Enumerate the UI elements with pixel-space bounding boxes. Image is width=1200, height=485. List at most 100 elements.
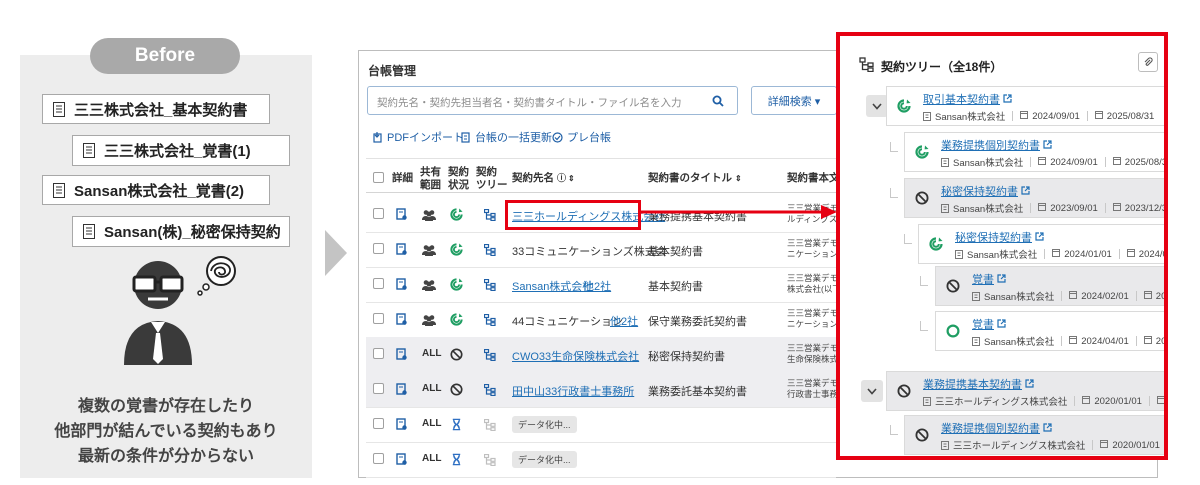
contract-tree-icon[interactable] <box>483 348 496 366</box>
tree-node-date: 2025/08/31 <box>1124 156 1168 168</box>
header-tree-line: ツリー <box>476 179 508 191</box>
people-icon <box>422 278 436 296</box>
bulk-update-link[interactable]: 台帳の一括更新 <box>461 129 552 145</box>
tree-node-title-text: 秘密保持契約書 <box>955 232 1032 244</box>
tree-node-date: 2025/08/31 <box>1106 110 1155 122</box>
table-divider <box>366 158 836 159</box>
tree-node-title[interactable]: 秘密保持契約書 <box>941 183 1030 199</box>
detail-icon[interactable] <box>396 278 408 296</box>
row-checkbox[interactable] <box>373 208 384 219</box>
search-input[interactable]: 契約先名・契約先担当者名・契約書タイトル・ファイル名を入力 <box>367 86 738 115</box>
expand-chevron-icon[interactable] <box>861 380 883 402</box>
external-link-icon[interactable] <box>997 319 1006 331</box>
tree-node[interactable]: 業務提携個別契約書 Sansan株式会社 2024/09/01 2025/08/31 <box>904 132 1168 172</box>
document-icon <box>83 143 95 158</box>
detail-search-button[interactable]: 詳細検索 ▾ <box>751 86 837 115</box>
tree-node-date: 2024/02/01 <box>1081 290 1129 302</box>
row-checkbox[interactable] <box>373 278 384 289</box>
tree-icon <box>859 57 874 72</box>
red-arrow-icon <box>641 205 837 219</box>
external-link-icon[interactable] <box>1035 232 1044 244</box>
other-partners-link[interactable]: 他2社 <box>610 313 638 329</box>
share-scope: ALL <box>422 348 442 359</box>
calendar-icon <box>1038 156 1050 168</box>
header-name[interactable]: 契約先名 ⓘ ⇕ <box>512 172 575 185</box>
contract-tree-icon[interactable] <box>483 453 496 471</box>
doc-label: 三三株式会社_覚書(1) <box>104 143 251 160</box>
calendar-icon <box>1126 248 1139 260</box>
partner-name[interactable]: Sansan株式会社 <box>512 278 593 294</box>
header-title[interactable]: 契約書のタイトル ⇕ <box>648 172 742 185</box>
search-icon[interactable] <box>712 95 724 107</box>
row-checkbox[interactable] <box>373 348 384 359</box>
tree-connector <box>904 234 912 244</box>
tree-node-title[interactable]: 覚書 <box>972 271 1006 287</box>
tree-node[interactable]: 覚書 Sansan株式会社 2024/02/01 2024/ <box>935 266 1164 306</box>
external-link-icon[interactable] <box>1025 379 1034 391</box>
tree-node-date: 2024/09/01 <box>1032 110 1080 122</box>
header-title-label: 契約書のタイトル <box>648 172 732 184</box>
contract-tree-icon[interactable] <box>483 383 496 401</box>
external-link-icon[interactable] <box>997 274 1006 286</box>
tree-node-title[interactable]: 業務提携個別契約書 <box>941 137 1052 153</box>
external-link-icon[interactable] <box>1003 94 1012 106</box>
doc-item: 三三株式会社_覚書(1) <box>72 135 290 166</box>
contract-tree-icon[interactable] <box>483 278 496 296</box>
contract-tree-icon[interactable] <box>483 208 496 226</box>
row-divider <box>366 407 836 408</box>
partner-name[interactable]: CWO33生命保険株式会社 <box>512 348 639 364</box>
external-link-icon[interactable] <box>1043 423 1052 435</box>
other-partners-link[interactable]: 他2社 <box>583 278 611 294</box>
pdf-import-label: PDFインポート <box>387 132 464 144</box>
tree-node-title[interactable]: 業務提携個別契約書 <box>941 420 1052 436</box>
tree-node[interactable]: 業務提携個別契約書三三ホールディングス株式会社2020/01/012 <box>904 415 1164 455</box>
tree-node[interactable]: 覚書 Sansan株式会社 2024/04/01 202 <box>935 311 1164 351</box>
tree-node-date: 2024/01/01 <box>1064 248 1112 260</box>
info-icon: ⓘ <box>557 173 567 183</box>
building-icon <box>941 440 949 450</box>
tree-node[interactable]: 取引基本契約書 Sansan株式会社 2024/09/01 2025/08/31 <box>886 86 1164 126</box>
detail-icon[interactable] <box>396 418 408 436</box>
meta-divider <box>1092 440 1094 450</box>
contract-active-icon <box>915 145 929 164</box>
confused-person-icon <box>124 256 236 365</box>
tree-node[interactable]: 秘密保持契約書 Sansan株式会社 2024/01/01 2024/08/3 <box>918 224 1164 264</box>
meta-divider <box>1030 157 1032 167</box>
contract-tree-icon[interactable] <box>483 243 496 261</box>
row-checkbox[interactable] <box>373 383 384 394</box>
expand-chevron-icon[interactable] <box>866 95 888 117</box>
calendar-icon <box>1082 395 1094 407</box>
contract-tree-icon[interactable] <box>483 313 496 331</box>
tree-node-title[interactable]: 秘密保持契約書 <box>955 229 1044 245</box>
detail-icon[interactable] <box>396 243 408 261</box>
row-checkbox[interactable] <box>373 243 384 254</box>
detail-icon[interactable] <box>396 383 408 401</box>
detail-icon[interactable] <box>396 208 408 226</box>
contract-title: 基本契約書 <box>648 281 703 293</box>
tree-node-date: 2024/04/01 <box>1081 335 1129 347</box>
contract-tree-icon[interactable] <box>483 418 496 436</box>
detail-icon[interactable] <box>396 453 408 471</box>
transition-arrow-icon <box>325 230 347 276</box>
meta-divider <box>1012 111 1014 121</box>
building-icon <box>955 249 963 259</box>
calendar-icon <box>1112 202 1125 214</box>
row-checkbox[interactable] <box>373 313 384 324</box>
tree-node-title[interactable]: 覚書 <box>972 316 1006 332</box>
pdf-import-link[interactable]: PDFインポート <box>373 129 464 145</box>
attach-button[interactable] <box>1138 52 1158 72</box>
detail-icon[interactable] <box>396 313 408 331</box>
tree-node[interactable]: 秘密保持契約書 Sansan株式会社 2023/09/01 2023/12/31 <box>904 178 1164 218</box>
document-icon <box>53 182 65 198</box>
tree-node-title[interactable]: 業務提携基本契約書 <box>923 376 1034 392</box>
detail-icon[interactable] <box>396 348 408 366</box>
row-checkbox[interactable] <box>373 418 384 429</box>
external-link-icon[interactable] <box>1043 140 1052 152</box>
tree-node-title[interactable]: 取引基本契約書 <box>923 91 1012 107</box>
external-link-icon[interactable] <box>1021 186 1030 198</box>
row-checkbox[interactable] <box>373 453 384 464</box>
select-all-checkbox[interactable] <box>373 172 384 183</box>
partner-name[interactable]: 田中山33行政書士事務所 <box>512 383 634 399</box>
tree-node[interactable]: 業務提携基本契約書三三ホールディングス株式会社2020/01/012020/ <box>886 371 1164 411</box>
pre-ledger-link[interactable]: プレ台帳 <box>552 129 611 145</box>
